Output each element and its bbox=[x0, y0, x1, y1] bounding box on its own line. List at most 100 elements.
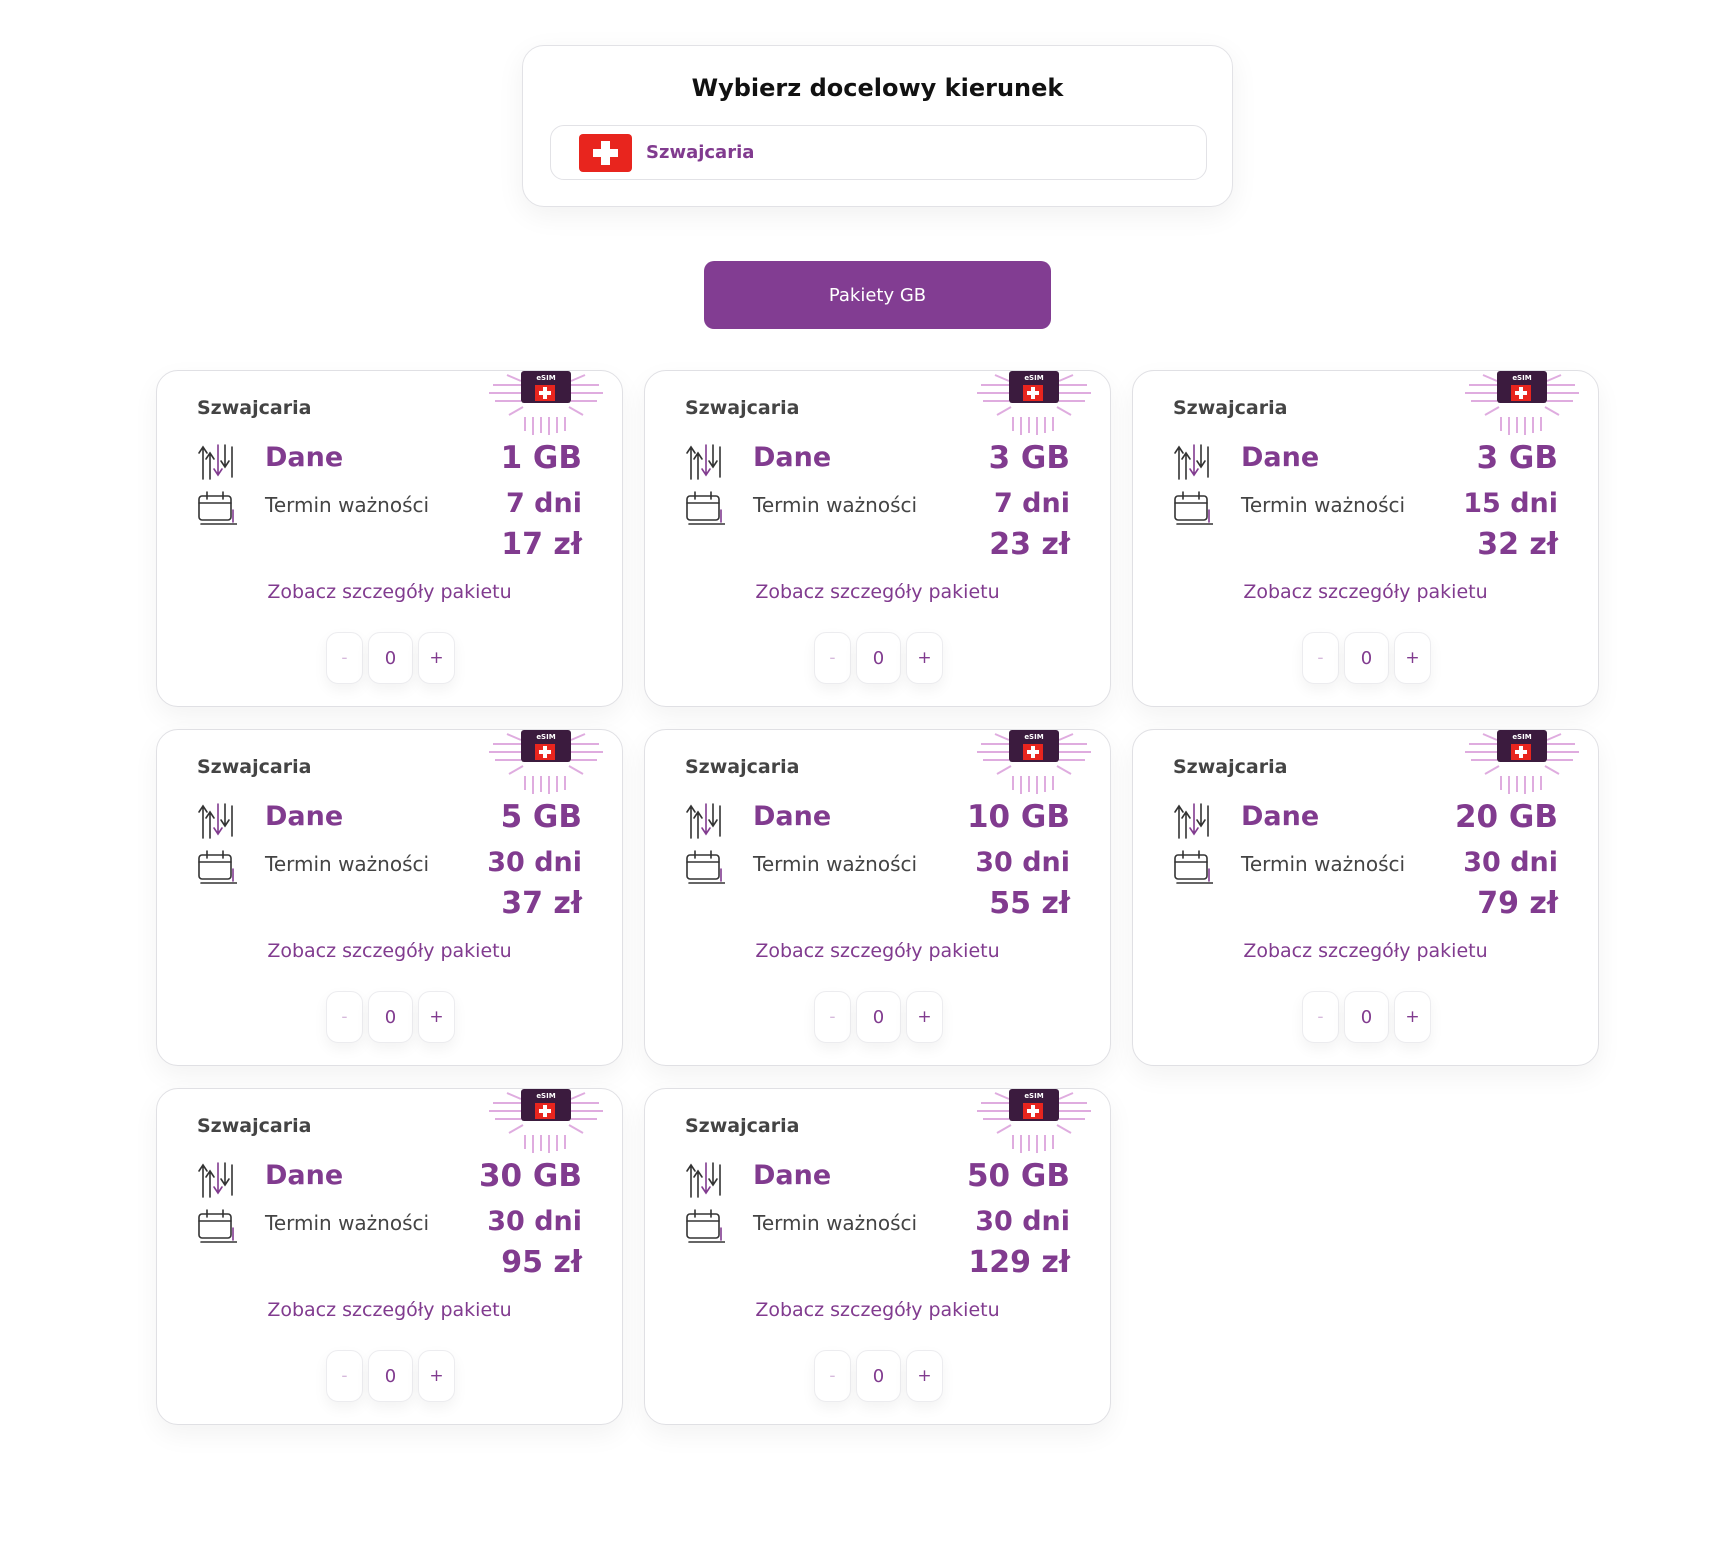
package-details-link[interactable]: Zobacz szczegóły pakietu bbox=[1133, 940, 1598, 962]
data-label: Dane bbox=[753, 1160, 832, 1191]
increase-button[interactable]: + bbox=[418, 632, 455, 684]
validity-label: Termin ważności bbox=[1241, 852, 1406, 876]
validity-value: 30 dni bbox=[975, 847, 1070, 878]
destination-title: Wybierz docelowy kierunek bbox=[691, 74, 1064, 102]
esim-label: eSIM bbox=[536, 733, 555, 741]
data-amount: 1 GB bbox=[500, 440, 582, 476]
esim-label: eSIM bbox=[536, 1092, 555, 1100]
calendar-icon bbox=[198, 1209, 237, 1243]
decrease-button[interactable]: - bbox=[326, 991, 363, 1043]
increase-button[interactable]: + bbox=[906, 991, 943, 1043]
decrease-button[interactable]: - bbox=[326, 632, 363, 684]
validity-label: Termin ważności bbox=[265, 852, 430, 876]
data-label: Dane bbox=[1241, 801, 1320, 832]
quantity-stepper: - 0 + bbox=[814, 1350, 943, 1402]
data-label: Dane bbox=[1241, 442, 1320, 473]
package-card: eSIM Szwajcaria Dane 5 GB Termin ważnośc… bbox=[156, 729, 623, 1066]
package-details-link[interactable]: Zobacz szczegóły pakietu bbox=[645, 940, 1110, 962]
data-amount: 50 GB bbox=[966, 1158, 1070, 1194]
increase-button[interactable]: + bbox=[1394, 991, 1431, 1043]
card-country: Szwajcaria bbox=[685, 1115, 800, 1137]
validity-label: Termin ważności bbox=[753, 852, 918, 876]
card-country: Szwajcaria bbox=[197, 397, 312, 419]
data-label: Dane bbox=[753, 442, 832, 473]
tab-gb-packages[interactable]: Pakiety GB bbox=[704, 261, 1051, 329]
package-details-link[interactable]: Zobacz szczegóły pakietu bbox=[157, 581, 622, 603]
price: 129 zł bbox=[968, 1245, 1070, 1280]
price: 95 zł bbox=[501, 1245, 582, 1280]
calendar-icon bbox=[686, 491, 725, 525]
data-transfer-icon bbox=[198, 444, 233, 480]
increase-button[interactable]: + bbox=[418, 1350, 455, 1402]
esim-chip-icon: eSIM bbox=[977, 1089, 1091, 1153]
decrease-button[interactable]: - bbox=[814, 991, 851, 1043]
decrease-button[interactable]: - bbox=[814, 1350, 851, 1402]
package-grid: eSIM Szwajcaria Dane 1 GB Termin ważnośc… bbox=[156, 370, 1600, 1425]
quantity-value[interactable]: 0 bbox=[1344, 991, 1389, 1043]
destination-value: Szwajcaria bbox=[646, 142, 755, 163]
quantity-value[interactable]: 0 bbox=[368, 1350, 413, 1402]
validity-value: 30 dni bbox=[487, 847, 582, 878]
quantity-value[interactable]: 0 bbox=[856, 632, 901, 684]
data-amount: 30 GB bbox=[478, 1158, 582, 1194]
calendar-icon bbox=[1174, 491, 1213, 525]
esim-chip-icon: eSIM bbox=[977, 730, 1091, 794]
package-card: eSIM Szwajcaria Dane 20 GB Termin ważnoś… bbox=[1132, 729, 1599, 1066]
package-details-link[interactable]: Zobacz szczegóły pakietu bbox=[645, 1299, 1110, 1321]
esim-chip-icon: eSIM bbox=[489, 1089, 603, 1153]
quantity-stepper: - 0 + bbox=[326, 991, 455, 1043]
data-transfer-icon bbox=[198, 803, 233, 839]
data-amount: 10 GB bbox=[966, 799, 1070, 835]
validity-label: Termin ważności bbox=[265, 1211, 430, 1235]
increase-button[interactable]: + bbox=[1394, 632, 1431, 684]
calendar-icon bbox=[686, 1209, 725, 1243]
calendar-icon bbox=[686, 850, 725, 884]
card-country: Szwajcaria bbox=[197, 756, 312, 778]
validity-label: Termin ważności bbox=[753, 1211, 918, 1235]
data-label: Dane bbox=[265, 1160, 344, 1191]
calendar-icon bbox=[198, 491, 237, 525]
decrease-button[interactable]: - bbox=[814, 632, 851, 684]
validity-value: 30 dni bbox=[1463, 847, 1558, 878]
decrease-button[interactable]: - bbox=[326, 1350, 363, 1402]
price: 17 zł bbox=[501, 527, 582, 562]
validity-label: Termin ważności bbox=[753, 493, 918, 517]
validity-value: 30 dni bbox=[487, 1206, 582, 1237]
card-country: Szwajcaria bbox=[685, 756, 800, 778]
data-transfer-icon bbox=[198, 1162, 233, 1198]
package-details-link[interactable]: Zobacz szczegóły pakietu bbox=[157, 1299, 622, 1321]
esim-chip-icon: eSIM bbox=[1465, 371, 1579, 435]
price: 55 zł bbox=[989, 886, 1070, 921]
data-label: Dane bbox=[265, 801, 344, 832]
quantity-stepper: - 0 + bbox=[326, 632, 455, 684]
esim-label: eSIM bbox=[1024, 374, 1043, 382]
price: 37 zł bbox=[501, 886, 582, 921]
quantity-value[interactable]: 0 bbox=[856, 991, 901, 1043]
esim-chip-icon: eSIM bbox=[489, 371, 603, 435]
esim-chip-icon: eSIM bbox=[977, 371, 1091, 435]
increase-button[interactable]: + bbox=[906, 1350, 943, 1402]
package-details-link[interactable]: Zobacz szczegóły pakietu bbox=[157, 940, 622, 962]
data-transfer-icon bbox=[686, 803, 721, 839]
quantity-value[interactable]: 0 bbox=[368, 991, 413, 1043]
data-transfer-icon bbox=[686, 444, 721, 480]
package-card: eSIM Szwajcaria Dane 1 GB Termin ważnośc… bbox=[156, 370, 623, 707]
calendar-icon bbox=[1174, 850, 1213, 884]
card-country: Szwajcaria bbox=[197, 1115, 312, 1137]
esim-chip-icon: eSIM bbox=[489, 730, 603, 794]
esim-label: eSIM bbox=[1024, 1092, 1043, 1100]
esim-label: eSIM bbox=[1512, 733, 1531, 741]
destination-select[interactable]: Szwajcaria bbox=[550, 125, 1207, 180]
decrease-button[interactable]: - bbox=[1302, 991, 1339, 1043]
quantity-value[interactable]: 0 bbox=[856, 1350, 901, 1402]
increase-button[interactable]: + bbox=[418, 991, 455, 1043]
package-details-link[interactable]: Zobacz szczegóły pakietu bbox=[1133, 581, 1598, 603]
decrease-button[interactable]: - bbox=[1302, 632, 1339, 684]
package-details-link[interactable]: Zobacz szczegóły pakietu bbox=[645, 581, 1110, 603]
quantity-value[interactable]: 0 bbox=[1344, 632, 1389, 684]
quantity-value[interactable]: 0 bbox=[368, 632, 413, 684]
data-amount: 5 GB bbox=[500, 799, 582, 835]
data-amount: 3 GB bbox=[1476, 440, 1558, 476]
increase-button[interactable]: + bbox=[906, 632, 943, 684]
data-label: Dane bbox=[753, 801, 832, 832]
